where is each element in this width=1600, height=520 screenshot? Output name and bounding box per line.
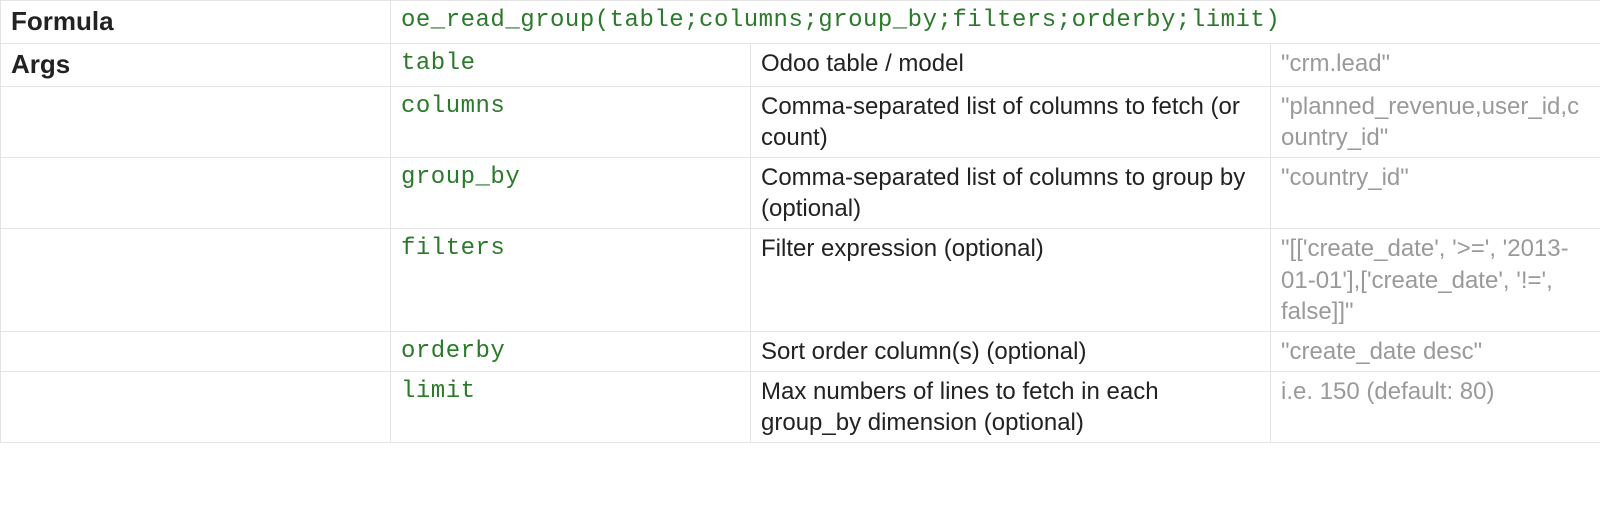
empty-cell xyxy=(1,331,391,371)
arg-description: Odoo table / model xyxy=(751,43,1271,86)
arg-row: orderby Sort order column(s) (optional) … xyxy=(1,331,1600,371)
formula-label: Formula xyxy=(1,1,391,44)
arg-example: "country_id" xyxy=(1271,157,1600,228)
arg-description: Sort order column(s) (optional) xyxy=(751,331,1271,371)
arg-row: columns Comma-separated list of columns … xyxy=(1,86,1600,157)
arg-example: "[['create_date', '>=', '2013-01-01'],['… xyxy=(1271,229,1600,332)
arg-row: Args table Odoo table / model "crm.lead" xyxy=(1,43,1600,86)
arg-description: Comma-separated list of columns to group… xyxy=(751,157,1271,228)
args-label: Args xyxy=(1,43,391,86)
arg-name: orderby xyxy=(391,331,751,371)
arg-example: i.e. 150 (default: 80) xyxy=(1271,372,1600,443)
arg-row: filters Filter expression (optional) "[[… xyxy=(1,229,1600,332)
empty-cell xyxy=(1,86,391,157)
arg-name: group_by xyxy=(391,157,751,228)
arg-row: group_by Comma-separated list of columns… xyxy=(1,157,1600,228)
arg-name: table xyxy=(391,43,751,86)
arg-row: limit Max numbers of lines to fetch in e… xyxy=(1,372,1600,443)
empty-cell xyxy=(1,157,391,228)
arg-description: Max numbers of lines to fetch in each gr… xyxy=(751,372,1271,443)
formula-signature: oe_read_group(table;columns;group_by;fil… xyxy=(391,1,1600,44)
empty-cell xyxy=(1,372,391,443)
empty-cell xyxy=(1,229,391,332)
formula-doc-table: Formula oe_read_group(table;columns;grou… xyxy=(0,0,1600,443)
arg-name: limit xyxy=(391,372,751,443)
arg-example: "planned_revenue,user_id,country_id" xyxy=(1271,86,1600,157)
arg-name: columns xyxy=(391,86,751,157)
arg-example: "crm.lead" xyxy=(1271,43,1600,86)
arg-description: Comma-separated list of columns to fetch… xyxy=(751,86,1271,157)
arg-name: filters xyxy=(391,229,751,332)
formula-row: Formula oe_read_group(table;columns;grou… xyxy=(1,1,1600,44)
arg-description: Filter expression (optional) xyxy=(751,229,1271,332)
arg-example: "create_date desc" xyxy=(1271,331,1600,371)
